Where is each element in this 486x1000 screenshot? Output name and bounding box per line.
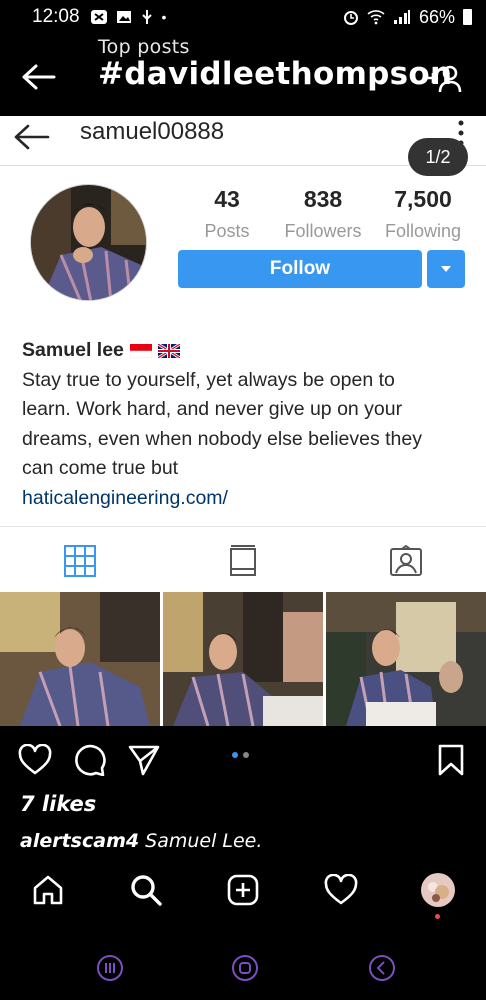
follow-hashtag-icon[interactable]: [426, 64, 462, 94]
usb-icon: [141, 10, 152, 24]
suggested-dropdown-button: [427, 250, 465, 288]
profile-username: samuel00888: [80, 118, 225, 145]
system-back-icon[interactable]: [368, 954, 396, 982]
save-bookmark-icon[interactable]: [438, 744, 464, 776]
stat-followers: 838 Followers: [266, 186, 380, 242]
bio-line-4: can come true but: [22, 457, 179, 479]
profile-post-grid: [0, 592, 486, 726]
stat-following: 7,500 Following: [380, 186, 466, 242]
tagged-icon: [390, 545, 422, 576]
profile-tabs: [0, 526, 486, 592]
grid-photo-3: [326, 592, 486, 726]
portrait-icon: [230, 545, 256, 576]
battery-icon: [463, 9, 472, 25]
alarm-icon: [343, 11, 358, 25]
profile-avatar: [30, 184, 147, 301]
bio-line-1: Stay true to yourself, yet always be ope…: [22, 368, 395, 391]
stat-posts: 43 Posts: [188, 186, 266, 242]
likes-count[interactable]: 7 likes: [20, 792, 96, 816]
activity-heart-icon[interactable]: [324, 874, 358, 906]
stat-posts-count: 43: [214, 186, 240, 212]
battery-percent: 66%: [418, 6, 455, 27]
search-icon[interactable]: [130, 874, 162, 906]
uk-flag-icon: [157, 343, 180, 358]
stat-following-count: 7,500: [394, 186, 452, 212]
more-notifications-dot: •: [161, 9, 167, 25]
caption-username[interactable]: alertscam4: [20, 830, 139, 852]
recent-apps-icon[interactable]: [96, 954, 124, 982]
profile-notification-dot: [435, 914, 440, 919]
carousel-dot: [243, 752, 249, 758]
bio-line-2: learn. Work hard, and never give up on y…: [22, 398, 403, 420]
stat-followers-count: 838: [303, 186, 343, 212]
bio-line-3: dreams, even when nobody else believes t…: [22, 427, 422, 450]
wifi-icon: [367, 10, 385, 25]
stat-following-label: Following: [384, 221, 462, 241]
home-icon[interactable]: [32, 874, 64, 906]
home-button-icon[interactable]: [231, 954, 259, 982]
carousel-counter: 1/2: [408, 138, 468, 176]
grid-icon: [64, 545, 96, 577]
system-navigation-bar: [0, 944, 486, 1000]
carousel-dots: [232, 752, 249, 758]
new-post-icon[interactable]: [227, 874, 259, 906]
top-posts-header: Top posts #davidleethompson: [0, 34, 486, 116]
gallery-notification-icon: [116, 11, 131, 23]
profile-back-arrow-icon: [14, 124, 50, 150]
status-time: 12:08: [32, 6, 80, 27]
status-bar: 12:08 • 66%: [0, 0, 486, 34]
stat-followers-label: Followers: [284, 221, 362, 241]
post-action-bar: [0, 726, 486, 796]
comment-icon[interactable]: [74, 744, 106, 776]
bottom-navigation: [0, 862, 486, 922]
grid-photo-2: [163, 592, 323, 726]
like-heart-icon[interactable]: [18, 744, 52, 776]
carousel-dot-active: [232, 752, 238, 758]
hashtag-title: #davidleethompson: [98, 56, 453, 92]
app-notification-icon: [90, 10, 107, 24]
stat-posts-label: Posts: [204, 221, 250, 241]
bio-link: haticalengineering.com/: [22, 486, 228, 509]
signal-icon: [393, 10, 410, 24]
back-arrow-icon[interactable]: [20, 62, 56, 92]
follow-button: Follow: [178, 250, 422, 288]
caption-text: Samuel Lee.: [139, 830, 263, 852]
share-direct-icon[interactable]: [128, 744, 160, 776]
profile-display-name: Samuel lee: [22, 339, 124, 361]
profile-screenshot-card[interactable]: samuel00888 43 Posts 838 Followers 7,500…: [0, 116, 486, 726]
profile-avatar-tab[interactable]: [420, 872, 456, 908]
post-caption: alertscam4 Samuel Lee.: [20, 830, 262, 852]
profile-stats: 43 Posts 838 Followers 7,500 Following: [188, 186, 478, 242]
profile-bio: Samuel lee Stay true to yourself, yet al…: [22, 336, 462, 513]
header-subtitle: Top posts: [98, 36, 190, 58]
grid-photo-1: [0, 592, 160, 726]
indonesia-flag-icon: [129, 343, 152, 358]
